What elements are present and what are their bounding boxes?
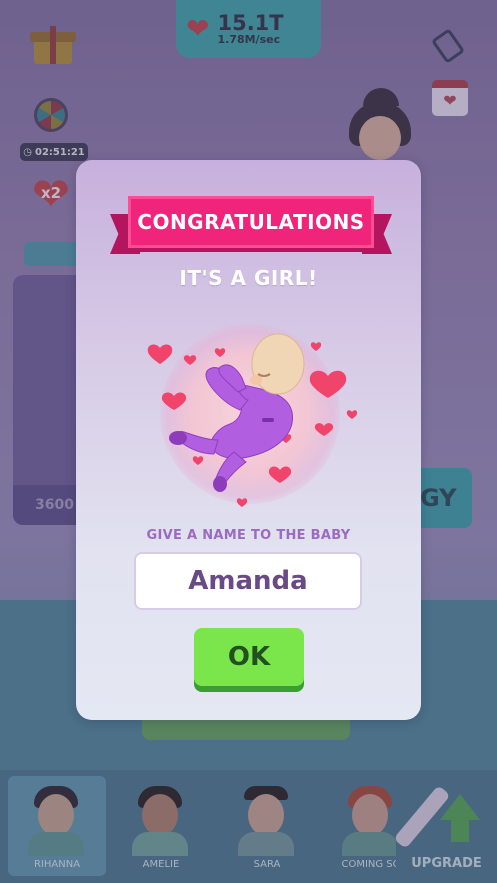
name-prompt: GIVE A NAME TO THE BABY <box>146 528 351 543</box>
baby-icon <box>147 333 358 507</box>
baby-naming-dialog: CONGRATULATIONS IT'S A GIRL! GIVE A NAME… <box>76 160 421 720</box>
dialog-subtitle: IT'S A GIRL! <box>179 266 318 290</box>
ok-button[interactable]: OK <box>194 628 304 686</box>
baby-name-input[interactable] <box>134 552 362 610</box>
congratulations-banner: CONGRATULATIONS <box>110 196 392 256</box>
banner-title: CONGRATULATIONS <box>128 196 374 248</box>
baby-illustration <box>138 308 358 528</box>
